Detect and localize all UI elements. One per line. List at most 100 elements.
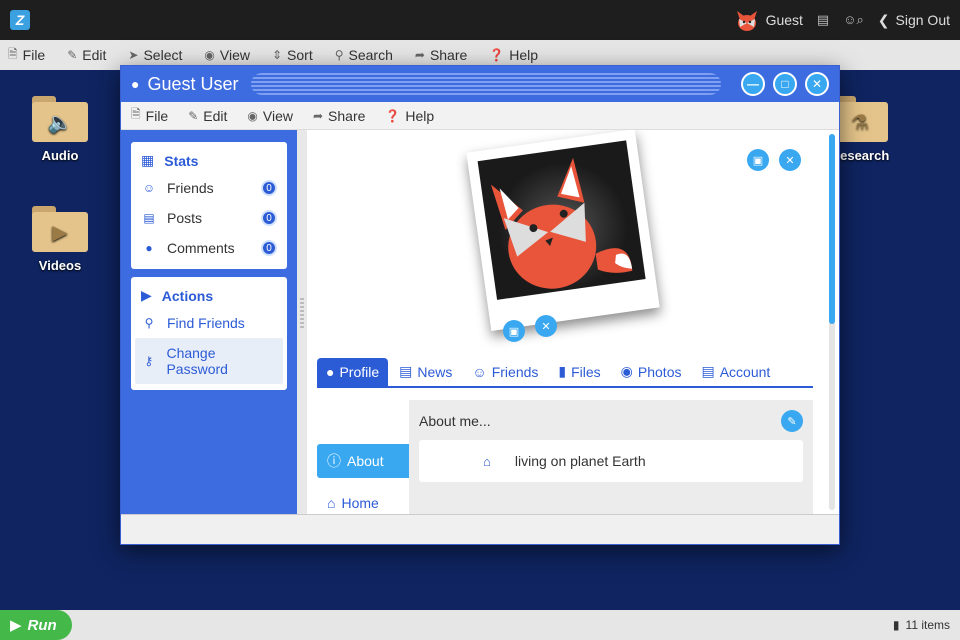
about-header-label: About me...	[419, 413, 491, 429]
maximize-button[interactable]: □	[773, 72, 797, 96]
profile-tabs: ● Profile ▤ News ☺ Friends ▮ Files ◉ Photos ▤…	[317, 356, 813, 388]
desktop-icon-videos[interactable]: ▶ Videos	[20, 206, 100, 273]
count-badge: 0	[261, 210, 277, 226]
action-label: Change Password	[166, 345, 228, 377]
scroll-thumb[interactable]	[829, 134, 835, 324]
window-menu-help[interactable]: ❓ Help	[385, 108, 434, 124]
smiley-icon: ☺	[472, 364, 487, 380]
window-menubar: 🗎 File ✎ Edit ◉ View ➦ Share ❓ Help	[121, 102, 839, 130]
tab-account[interactable]: ▤ Account	[692, 357, 779, 386]
actions-header: ▶ Actions	[135, 283, 283, 308]
file-icon: 🗎	[131, 107, 141, 121]
tab-label: Friends	[491, 364, 539, 380]
close-icon: ✕	[785, 154, 795, 167]
stats-item-friends[interactable]: ☺ Friends 0	[135, 173, 283, 203]
about-header: About me... ✎	[419, 410, 803, 432]
sidebar-splitter-handle[interactable]	[297, 130, 307, 515]
edit-about-button[interactable]: ✎	[781, 410, 803, 432]
remove-photo-button[interactable]: ✕	[535, 315, 557, 337]
menu-search[interactable]: ⚲ Search	[335, 47, 393, 63]
image-icon: ▣	[752, 154, 764, 167]
menu-sort[interactable]: ⇕ Sort	[272, 47, 313, 63]
menu-share[interactable]: ➦ Share	[415, 47, 467, 63]
window-menu-view[interactable]: ◉ View	[247, 108, 293, 124]
run-label: Run	[27, 616, 57, 634]
window-menu-share-label: Share	[328, 107, 366, 124]
search-icon: ⚲	[334, 48, 344, 62]
about-home-text: living on planet Earth	[514, 453, 646, 469]
table-icon: ▦	[141, 152, 155, 168]
stats-header: ▦ Stats	[135, 148, 283, 173]
menu-file[interactable]: 🗎 File	[8, 45, 45, 66]
content-scrollbar[interactable]	[829, 134, 835, 510]
menu-share-label: Share	[429, 47, 468, 63]
subnav-home[interactable]: ⌂ Home	[317, 488, 409, 515]
folder-icon: ⚗	[832, 96, 888, 142]
menu-view[interactable]: ◉ View	[204, 47, 250, 63]
menu-help[interactable]: ❓ Help	[489, 47, 538, 63]
tab-profile[interactable]: ● Profile	[317, 358, 389, 386]
help-icon: ❓	[385, 108, 401, 123]
maximize-icon: □	[781, 77, 789, 91]
profile-photo-frame	[466, 130, 660, 331]
change-password-action[interactable]: ⚷ Change Password	[135, 338, 283, 384]
pencil-icon: ✎	[67, 48, 78, 62]
window-menu-share[interactable]: ➦ Share	[313, 108, 365, 124]
change-photo-button[interactable]: ▣	[503, 320, 525, 342]
file-icon: ▮	[558, 363, 567, 379]
window-menu-edit[interactable]: ✎ Edit	[188, 108, 227, 124]
close-button[interactable]: ✕	[805, 72, 829, 96]
window-body: ▦ Stats ☺ Friends 0 ▤ Posts 0 ● Comments 0 ▶ Act…	[121, 130, 839, 515]
change-cover-button[interactable]: ▣	[747, 149, 769, 171]
menu-edit[interactable]: ✎ Edit	[67, 47, 106, 63]
stats-header-label: Stats	[164, 152, 199, 169]
share-icon: ➦	[414, 48, 425, 62]
file-icon: 🗎	[8, 46, 18, 61]
about-panel: About me... ✎ ⌂ living on planet Earth	[409, 400, 813, 515]
tab-files[interactable]: ▮ Files	[549, 357, 609, 386]
fox-avatar-image	[490, 157, 633, 289]
key-icon: ⚷	[144, 354, 154, 368]
actions-panel: ▶ Actions ⚲ Find Friends ⚷ Change Password	[131, 277, 287, 390]
user-menu[interactable]: Guest	[734, 7, 803, 33]
tab-news[interactable]: ▤ News	[390, 357, 461, 386]
menu-sort-label: Sort	[287, 47, 313, 63]
run-button[interactable]: ▶ Run	[0, 610, 72, 640]
window-menu-edit-label: Edit	[203, 107, 228, 124]
sign-out-label: Sign Out	[895, 12, 950, 28]
smiley-icon: ☺	[142, 181, 156, 195]
camera-icon: ◉	[620, 363, 633, 379]
window-menu-file[interactable]: 🗎 File	[131, 105, 168, 126]
window-statusbar	[121, 514, 839, 544]
menu-search-label: Search	[348, 47, 393, 63]
id-card-icon[interactable]: ▤	[817, 12, 829, 28]
share-icon: ➦	[312, 108, 324, 123]
about-home-row: ⌂ living on planet Earth	[419, 440, 803, 482]
minimize-button[interactable]: —	[741, 72, 765, 96]
stats-item-posts[interactable]: ▤ Posts 0	[135, 203, 283, 233]
home-icon: ⌂	[483, 453, 491, 469]
tab-photos[interactable]: ◉ Photos	[612, 357, 691, 386]
app-logo-icon[interactable]: Z	[10, 10, 30, 30]
guest-user-window[interactable]: ● Guest User — □ ✕ 🗎 File ✎ Edit ◉ View ➦ Sh…	[120, 65, 840, 545]
comment-icon: ●	[145, 241, 153, 255]
window-titlebar[interactable]: ● Guest User — □ ✕	[121, 66, 839, 102]
remove-cover-button[interactable]: ✕	[779, 149, 801, 171]
file-icon: ▮	[892, 618, 900, 632]
window-menu-file-label: File	[145, 107, 169, 124]
stats-item-comments[interactable]: ● Comments 0	[135, 233, 283, 263]
subnav-about[interactable]: ⓘ About	[317, 444, 409, 478]
actions-header-label: Actions	[161, 287, 214, 304]
titlebar-drag-stripes[interactable]	[250, 73, 721, 95]
tab-friends[interactable]: ☺ Friends	[463, 358, 547, 386]
menu-select[interactable]: ➤ Select	[128, 47, 182, 63]
sign-out-link[interactable]: ❮ Sign Out	[878, 12, 950, 29]
chevron-left-icon: ❮	[877, 11, 890, 28]
user-search-icon[interactable]: ☺⌕	[843, 12, 864, 28]
menu-view-label: View	[219, 47, 250, 63]
tab-label: Photos	[637, 363, 682, 380]
find-friends-action[interactable]: ⚲ Find Friends	[135, 308, 283, 338]
stats-item-label: Friends	[167, 180, 214, 196]
tab-label: Profile	[339, 364, 380, 380]
desktop-icon-audio[interactable]: 🔈 Audio	[20, 96, 100, 163]
